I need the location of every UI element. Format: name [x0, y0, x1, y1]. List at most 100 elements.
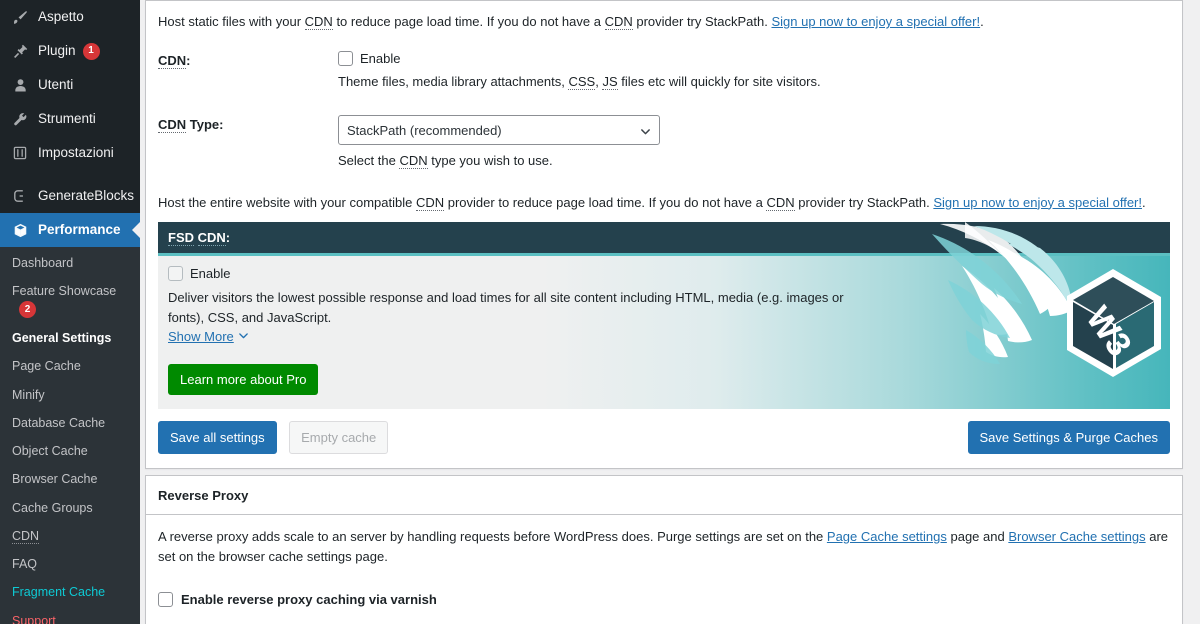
- submenu-label: Fragment Cache: [12, 585, 106, 600]
- content-area: Host static files with your CDN to reduc…: [140, 0, 1200, 624]
- submenu-label: CDN: [12, 528, 40, 544]
- cdn-desc-pre: Theme files, media library attachments,: [338, 73, 569, 89]
- chevron-down-icon: [238, 329, 249, 344]
- submenu-item-faq[interactable]: FAQ: [0, 550, 140, 578]
- save-settings-purge-caches-button[interactable]: Save Settings & Purge Caches: [967, 420, 1170, 454]
- fsd-header-colon: :: [225, 230, 231, 245]
- submenu-item-support[interactable]: Support: [0, 607, 140, 624]
- cdn-type-desc-post: type you wish to use.: [427, 153, 553, 168]
- cdn-enable-label: CDN:: [158, 51, 338, 69]
- show-more-label: Show More: [168, 328, 234, 344]
- fsd-enable-checkbox-label: Enable: [190, 266, 231, 281]
- cdn-intro-text: Host static files with your CDN to reduc…: [158, 1, 1170, 41]
- submenu-item-general-settings[interactable]: General Settings: [0, 324, 140, 352]
- submenu-item-cdn[interactable]: CDN: [0, 522, 140, 550]
- cdn-abbr: CDN: [158, 52, 187, 69]
- cdn-intro-part1: Host static files with your: [158, 14, 305, 29]
- admin-sidebar: Aspetto Plugin 1 Utenti Strumenti Impost…: [0, 0, 140, 624]
- fsd-intro-text: Host the entire website with your compat…: [158, 173, 1170, 213]
- submenu-label: Object Cache: [12, 444, 88, 458]
- cdn-abbr: CDN: [766, 194, 795, 211]
- plugin-plug-icon: [10, 41, 30, 61]
- sidebar-item-strumenti[interactable]: Strumenti: [0, 102, 140, 136]
- reverse-proxy-enable-row: Enable reverse proxy caching via varnish: [158, 592, 1170, 607]
- sidebar-item-aspetto[interactable]: Aspetto: [0, 0, 140, 34]
- cdn-enable-description: Theme files, media library attachments, …: [338, 72, 1170, 92]
- rp-desc-mid: page and: [946, 529, 1009, 544]
- reverse-proxy-enable-checkbox[interactable]: [158, 592, 173, 607]
- fsd-cdn-banner: FSD CDN: Enable Deliver visitors the low…: [158, 222, 1170, 409]
- submenu-label: Database Cache: [12, 415, 106, 430]
- submenu-label: Support: [12, 613, 56, 624]
- submenu-item-object-cache[interactable]: Object Cache: [0, 437, 140, 465]
- sidebar-item-performance[interactable]: Performance: [0, 213, 140, 247]
- sidebar-item-plugin[interactable]: Plugin 1: [0, 34, 140, 68]
- cdn-abbr: CDN: [197, 230, 226, 246]
- fsd-cdn-banner-header: FSD CDN:: [158, 222, 1170, 256]
- sidebar-item-label: Performance: [38, 222, 121, 238]
- settings-sliders-icon: [10, 143, 30, 163]
- plugin-update-badge: 1: [82, 42, 100, 60]
- sidebar-item-label: Aspetto: [38, 9, 84, 25]
- submenu-label: General Settings: [12, 331, 112, 345]
- generateblocks-icon: [10, 186, 30, 206]
- cdn-intro-part3: provider try StackPath.: [632, 14, 772, 29]
- fsd-abbr: FSD: [168, 230, 194, 246]
- performance-cube-icon: [10, 220, 30, 240]
- submenu-item-browser-cache[interactable]: Browser Cache: [0, 465, 140, 493]
- users-icon: [10, 75, 30, 95]
- show-more-link[interactable]: Show More: [168, 329, 249, 344]
- cdn-desc-post: files etc will quickly for site visitors…: [617, 73, 821, 89]
- fsd-enable-checkbox[interactable]: [168, 266, 183, 281]
- admin-page: Aspetto Plugin 1 Utenti Strumenti Impost…: [0, 0, 1200, 624]
- reverse-proxy-description: A reverse proxy adds scale to an server …: [158, 525, 1170, 566]
- sidebar-item-generateblocks[interactable]: GenerateBlocks: [0, 179, 140, 213]
- cdn-type-select[interactable]: StackPath (recommended): [338, 115, 660, 145]
- sidebar-item-label: Utenti: [38, 77, 74, 93]
- save-all-settings-button[interactable]: Save all settings: [158, 420, 277, 454]
- submenu-item-cache-groups[interactable]: Cache Groups: [0, 494, 140, 522]
- performance-submenu: Dashboard Feature Showcase 2 General Set…: [0, 247, 140, 624]
- cdn-enable-checkbox-label: Enable: [360, 50, 401, 66]
- page-cache-settings-link[interactable]: Page Cache settings: [827, 529, 947, 544]
- fsd-cdn-banner-body: Enable Deliver visitors the lowest possi…: [158, 256, 1170, 409]
- cdn-abbr: CDN: [604, 14, 633, 30]
- fsd-intro-end: .: [1142, 194, 1146, 210]
- submenu-label: Page Cache: [12, 359, 81, 374]
- fsd-signup-link[interactable]: Sign up now to enjoy a special offer!: [933, 195, 1142, 210]
- feature-showcase-badge: 2: [19, 301, 36, 318]
- sidebar-item-label: Strumenti: [38, 111, 96, 127]
- fsd-intro-part1: Host the entire website with your compat…: [158, 194, 416, 210]
- tools-wrench-icon: [10, 109, 30, 129]
- submenu-label: FAQ: [12, 557, 38, 571]
- cdn-abbr: CDN: [304, 14, 333, 30]
- fsd-intro-part2: provider to reduce page load time. If yo…: [444, 194, 767, 210]
- cdn-type-label: CDN Type:: [158, 115, 338, 133]
- reverse-proxy-title: Reverse Proxy: [146, 476, 1182, 515]
- sidebar-item-label: Impostazioni: [38, 145, 114, 161]
- submenu-item-page-cache[interactable]: Page Cache: [0, 352, 140, 380]
- fsd-description: Deliver visitors the lowest possible res…: [168, 290, 844, 325]
- cdn-settings-panel: Host static files with your CDN to reduc…: [145, 0, 1183, 469]
- sidebar-item-utenti[interactable]: Utenti: [0, 68, 140, 102]
- submenu-item-feature-showcase[interactable]: Feature Showcase 2: [0, 277, 140, 324]
- browser-cache-settings-link[interactable]: Browser Cache settings: [1008, 529, 1145, 544]
- cdn-signup-link[interactable]: Sign up now to enjoy a special offer!: [771, 14, 980, 29]
- cdn-type-desc-pre: Select the: [338, 153, 400, 168]
- sidebar-divider: [0, 170, 140, 179]
- sidebar-item-label: Plugin: [38, 43, 76, 59]
- right-buttons: Save Settings & Purge Caches: [967, 420, 1170, 454]
- submenu-item-dashboard[interactable]: Dashboard: [0, 249, 140, 277]
- learn-more-about-pro-button[interactable]: Learn more about Pro: [168, 363, 319, 395]
- submenu-label: Cache Groups: [12, 500, 93, 515]
- cdn-type-description: Select the CDN type you wish to use.: [338, 151, 1170, 171]
- submenu-item-minify[interactable]: Minify: [0, 381, 140, 409]
- submenu-item-database-cache[interactable]: Database Cache: [0, 409, 140, 437]
- appearance-brush-icon: [10, 7, 30, 27]
- rp-desc-pre: A reverse proxy adds scale to an server …: [158, 529, 827, 544]
- submenu-item-fragment-cache[interactable]: Fragment Cache: [0, 578, 140, 606]
- css-abbr: CSS: [568, 73, 596, 90]
- sidebar-item-impostazioni[interactable]: Impostazioni: [0, 136, 140, 170]
- empty-cache-button[interactable]: Empty cache: [289, 420, 389, 454]
- cdn-enable-checkbox[interactable]: [338, 50, 353, 66]
